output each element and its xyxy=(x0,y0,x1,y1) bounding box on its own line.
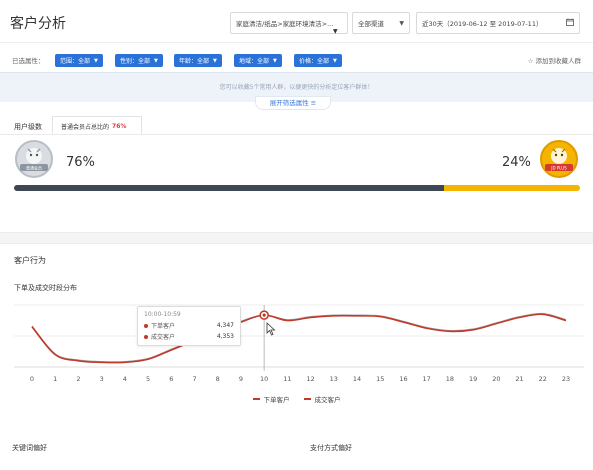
mouse-cursor-icon xyxy=(266,321,276,336)
filter-chip-region[interactable]: 地域：全部 ▼ xyxy=(234,54,282,67)
tooltip-time: 10:00-10:59 xyxy=(144,311,181,318)
info-banner-text: 您可以收藏5个常用人群，以便更快的分析定位客户群体！ xyxy=(219,84,374,91)
plus-member-badge: JD PLUS xyxy=(539,139,579,179)
behavior-section-title: 客户行为 xyxy=(14,256,46,265)
tooltip-row: 成交客户 4,353 xyxy=(144,332,234,341)
chevron-down-icon: ▼ xyxy=(154,57,158,64)
chevron-down-icon: ▼ xyxy=(273,57,277,64)
tooltip-row: 下单客户 4,347 xyxy=(144,321,234,330)
legend-item[interactable]: 成交客户 xyxy=(303,394,341,404)
plus-badge-text: JD PLUS xyxy=(550,166,567,171)
expand-filters-link[interactable]: 展开筛选属性 ≡ xyxy=(255,96,331,110)
x-tick-label: 18 xyxy=(446,375,454,383)
date-range-value: 近30天（2019-06-12 至 2019-07-11） xyxy=(422,20,543,28)
member-share-bar xyxy=(14,185,580,191)
x-tick-label: 5 xyxy=(146,375,150,383)
x-tick-label: 11 xyxy=(283,375,291,383)
x-tick-label: 9 xyxy=(239,375,243,383)
standard-member-percent: 76% xyxy=(66,155,95,170)
calendar-icon xyxy=(566,18,574,28)
x-tick-label: 12 xyxy=(306,375,314,383)
chart-legend: 下单客户 成交客户 xyxy=(0,394,593,404)
category-select[interactable]: 家庭清洁/纸品>家庭环境清洁>... xyxy=(230,12,348,34)
legend-swatch xyxy=(252,398,260,400)
x-tick-label: 0 xyxy=(30,375,34,383)
filter-chip-price[interactable]: 价格：全部 ▼ xyxy=(294,54,342,67)
tooltip-value: 4,347 xyxy=(216,322,234,329)
chevron-down-icon: ▼ xyxy=(333,57,337,64)
x-tick-label: 10 xyxy=(260,375,268,383)
tab-standard-share-percent: 76% xyxy=(112,122,127,130)
series-dot xyxy=(144,334,148,339)
keyword-preference-title: 关键词偏好 xyxy=(12,444,47,452)
date-range-select[interactable]: 近30天（2019-06-12 至 2019-07-11） xyxy=(416,12,580,34)
standard-badge-text: 普通会员 xyxy=(26,165,42,171)
legend-item[interactable]: 下单客户 xyxy=(252,394,290,404)
user-level-label: 用户级数 xyxy=(14,123,42,131)
filter-chip-label: 地域：全部 xyxy=(239,58,270,65)
filter-chip-age[interactable]: 年龄：全部 ▼ xyxy=(174,54,222,67)
filter-chip-label: 性别：全部 xyxy=(120,58,151,65)
series-dot xyxy=(144,323,148,328)
x-tick-label: 15 xyxy=(376,375,384,383)
x-tick-label: 16 xyxy=(399,375,407,383)
filter-label: 已选属性： xyxy=(12,57,45,65)
legend-label: 成交客户 xyxy=(314,396,341,404)
chart-tooltip: 10:00-10:59 下单客户 4,347 成交客户 4,353 xyxy=(137,306,241,346)
legend-label: 下单客户 xyxy=(263,396,290,404)
x-tick-label: 8 xyxy=(216,375,220,383)
x-tick-label: 2 xyxy=(76,375,80,383)
x-tick-label: 19 xyxy=(469,375,477,383)
chevron-down-icon[interactable]: ▼ xyxy=(333,28,338,35)
x-tick-label: 22 xyxy=(539,375,547,383)
channel-select[interactable]: 全部渠道 ▼ xyxy=(352,12,410,34)
chart-title: 下单及成交时段分布 xyxy=(14,284,77,292)
filter-chip-label: 年龄：全部 xyxy=(179,58,210,65)
x-tick-label: 14 xyxy=(353,375,361,383)
series-line xyxy=(31,312,567,363)
tab-standard-share[interactable]: 普通会员占总比的 76% xyxy=(52,116,142,135)
x-tick-label: 17 xyxy=(423,375,431,383)
legend-swatch xyxy=(303,398,311,400)
tooltip-label: 下单客户 xyxy=(151,323,176,330)
x-tick-label: 6 xyxy=(169,375,173,383)
standard-share-fill xyxy=(14,185,445,191)
x-tick-label: 4 xyxy=(123,375,127,383)
x-tick-label: 1 xyxy=(53,375,57,383)
header-divider xyxy=(0,42,593,43)
category-select-value: 家庭清洁/纸品>家庭环境清洁>... xyxy=(236,20,334,28)
tab-standard-share-text: 普通会员占总比的 xyxy=(61,123,110,131)
chevron-down-icon: ▼ xyxy=(399,19,404,27)
hourly-order-chart[interactable]: 0 1 2 3 4 5 6 7 8 9 10 11 12 13 14 15 16 17 18 19 20 21 22 23 xyxy=(14,295,584,407)
user-level-divider xyxy=(0,134,593,135)
x-tick-label: 23 xyxy=(562,375,570,383)
chart-highlight-point-center xyxy=(262,313,266,317)
x-tick-label: 13 xyxy=(330,375,338,383)
filter-chip-label: 范围：全部 xyxy=(60,58,91,65)
add-to-favorites-link[interactable]: ☆ 添加到收藏人群 xyxy=(528,55,581,65)
chevron-down-icon: ▼ xyxy=(94,57,98,64)
series-line xyxy=(31,313,567,364)
section-separator xyxy=(0,232,593,244)
filter-chip-label: 价格：全部 xyxy=(299,58,330,65)
x-tick-label: 3 xyxy=(100,375,104,383)
plus-member-percent: 24% xyxy=(502,155,531,170)
chevron-down-icon: ▼ xyxy=(213,57,217,64)
filter-chip-range[interactable]: 范围：全部 ▼ xyxy=(55,54,103,67)
standard-member-badge: 普通会员 xyxy=(14,139,54,179)
x-tick-label: 7 xyxy=(192,375,196,383)
plus-share-fill xyxy=(444,185,580,191)
channel-select-value: 全部渠道 xyxy=(358,20,384,28)
page-title: 客户分析 xyxy=(10,16,66,32)
payment-preference-title: 支付方式偏好 xyxy=(310,444,352,452)
tooltip-value: 4,353 xyxy=(216,333,234,340)
tooltip-label: 成交客户 xyxy=(151,334,176,341)
filter-chip-gender[interactable]: 性别：全部 ▼ xyxy=(115,54,163,67)
x-tick-label: 20 xyxy=(492,375,500,383)
x-tick-label: 21 xyxy=(515,375,523,383)
